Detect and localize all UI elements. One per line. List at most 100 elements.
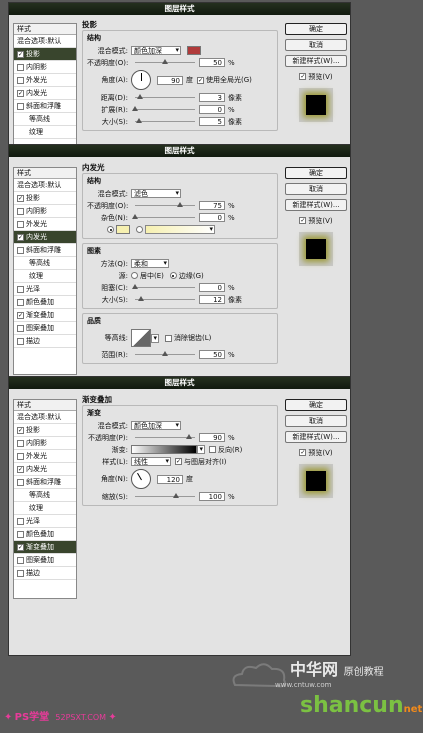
reverse-checkbox[interactable]	[209, 446, 216, 453]
ok-button[interactable]: 确定	[285, 167, 347, 179]
anti-alias-checkbox[interactable]	[165, 334, 172, 342]
checkbox-icon[interactable]	[17, 207, 24, 215]
sidebar-item-pattern-overlay[interactable]: 图案叠加	[14, 322, 76, 335]
slider-knob[interactable]	[137, 94, 143, 99]
sidebar-item-texture[interactable]: 纹理	[14, 126, 76, 139]
scale-field[interactable]: 100	[199, 492, 225, 501]
styles-header[interactable]: 样式	[14, 168, 76, 179]
checkbox-icon[interactable]: ✓	[17, 89, 24, 97]
ok-button[interactable]: 确定	[285, 23, 347, 35]
preview-checkbox[interactable]: ✓	[299, 73, 307, 80]
checkbox-icon[interactable]	[17, 324, 24, 332]
checkbox-icon[interactable]	[17, 530, 24, 538]
sidebar-item-contour[interactable]: 等高线	[14, 257, 76, 270]
sidebar-item-bevel[interactable]: 斜面和浮雕	[14, 476, 76, 489]
checkbox-icon[interactable]	[17, 63, 24, 71]
angle-dial[interactable]	[131, 469, 151, 489]
sidebar-item-drop-shadow[interactable]: ✓ 投影	[14, 192, 76, 205]
ok-button[interactable]: 确定	[285, 399, 347, 411]
angle-dial[interactable]	[131, 70, 151, 90]
slider-knob[interactable]	[132, 214, 138, 219]
center-radio[interactable]	[131, 272, 138, 279]
style-select[interactable]: 线性	[131, 457, 171, 466]
shadow-color-swatch[interactable]	[187, 46, 201, 55]
size-field[interactable]: 12	[199, 295, 225, 304]
new-style-button[interactable]: 新建样式(W)...	[285, 55, 347, 67]
angle-field[interactable]: 90	[157, 75, 183, 85]
sidebar-item-stroke[interactable]: 描边	[14, 567, 76, 580]
slider-knob[interactable]	[136, 118, 142, 123]
sidebar-item-stroke[interactable]: 描边	[14, 335, 76, 348]
blend-options-item[interactable]: 混合选项:默认	[14, 35, 76, 48]
opacity-field[interactable]: 75	[199, 201, 225, 210]
sidebar-item-satin[interactable]: 光泽	[14, 515, 76, 528]
opacity-slider[interactable]	[135, 434, 195, 439]
sidebar-item-inner-shadow[interactable]: 内阴影	[14, 437, 76, 450]
blend-options-item[interactable]: 混合选项:默认	[14, 411, 76, 424]
choke-field[interactable]: 0	[199, 283, 225, 292]
checkbox-icon[interactable]	[17, 478, 24, 486]
checkbox-icon[interactable]	[17, 285, 24, 293]
slider-knob[interactable]	[173, 493, 179, 498]
checkbox-icon[interactable]: ✓	[17, 426, 24, 434]
slider-knob[interactable]	[132, 284, 138, 289]
preview-checkbox[interactable]: ✓	[299, 217, 307, 224]
sidebar-item-texture[interactable]: 纹理	[14, 502, 76, 515]
sidebar-item-texture[interactable]: 纹理	[14, 270, 76, 283]
checkbox-icon[interactable]: ✓	[17, 465, 24, 473]
contour-picker[interactable]	[131, 329, 151, 347]
checkbox-icon[interactable]	[17, 337, 24, 345]
angle-field[interactable]: 120	[157, 474, 183, 484]
solid-color-radio[interactable]	[107, 226, 114, 233]
checkbox-icon[interactable]: ✓	[17, 543, 24, 551]
size-slider[interactable]	[135, 296, 195, 301]
styles-header[interactable]: 样式	[14, 400, 76, 411]
checkbox-icon[interactable]	[17, 220, 24, 228]
size-slider[interactable]	[135, 118, 195, 123]
checkbox-icon[interactable]	[17, 452, 24, 460]
checkbox-icon[interactable]: ✓	[17, 233, 24, 241]
glow-color-swatch[interactable]	[116, 225, 130, 234]
sidebar-item-drop-shadow[interactable]: ✓ 投影	[14, 48, 76, 61]
checkbox-icon[interactable]	[17, 439, 24, 447]
range-slider[interactable]	[135, 351, 195, 356]
sidebar-item-color-overlay[interactable]: 颜色叠加	[14, 296, 76, 309]
sidebar-item-inner-shadow[interactable]: 内阴影	[14, 205, 76, 218]
spread-slider[interactable]	[132, 106, 195, 111]
checkbox-icon[interactable]	[17, 569, 24, 577]
opacity-slider[interactable]	[135, 202, 195, 207]
global-light-checkbox[interactable]: ✓	[197, 76, 204, 84]
opacity-field[interactable]: 90	[199, 433, 225, 442]
sidebar-item-inner-shadow[interactable]: 内阴影	[14, 61, 76, 74]
noise-slider[interactable]	[132, 214, 195, 219]
cancel-button[interactable]: 取消	[285, 415, 347, 427]
sidebar-item-outer-glow[interactable]: 外发光	[14, 450, 76, 463]
checkbox-icon[interactable]	[17, 298, 24, 306]
sidebar-item-bevel[interactable]: 斜面和浮雕	[14, 100, 76, 113]
checkbox-icon[interactable]: ✓	[17, 311, 24, 319]
blend-mode-select[interactable]: 颜色加深	[131, 421, 181, 430]
slider-knob[interactable]	[177, 202, 183, 207]
styles-header[interactable]: 样式	[14, 24, 76, 35]
choke-slider[interactable]	[132, 284, 195, 289]
method-select[interactable]: 柔和	[131, 259, 169, 268]
sidebar-item-pattern-overlay[interactable]: 图案叠加	[14, 554, 76, 567]
slider-knob[interactable]	[162, 351, 168, 356]
sidebar-item-color-overlay[interactable]: 颜色叠加	[14, 528, 76, 541]
size-field[interactable]: 5	[199, 117, 225, 126]
sidebar-item-contour[interactable]: 等高线	[14, 113, 76, 126]
align-layer-checkbox[interactable]: ✓	[175, 458, 182, 465]
distance-slider[interactable]	[135, 94, 195, 99]
blend-mode-select[interactable]: 滤色	[131, 189, 181, 198]
glow-gradient-select[interactable]	[145, 225, 215, 234]
opacity-slider[interactable]	[135, 59, 195, 64]
gradient-radio[interactable]	[136, 226, 143, 233]
checkbox-icon[interactable]	[17, 102, 24, 110]
cancel-button[interactable]: 取消	[285, 39, 347, 51]
spread-field[interactable]: 0	[199, 105, 225, 114]
slider-knob[interactable]	[162, 59, 168, 64]
checkbox-icon[interactable]	[17, 76, 24, 84]
slider-knob[interactable]	[138, 296, 144, 301]
sidebar-item-gradient-overlay[interactable]: ✓ 渐变叠加	[14, 309, 76, 322]
sidebar-item-inner-glow[interactable]: ✓ 内发光	[14, 231, 76, 244]
